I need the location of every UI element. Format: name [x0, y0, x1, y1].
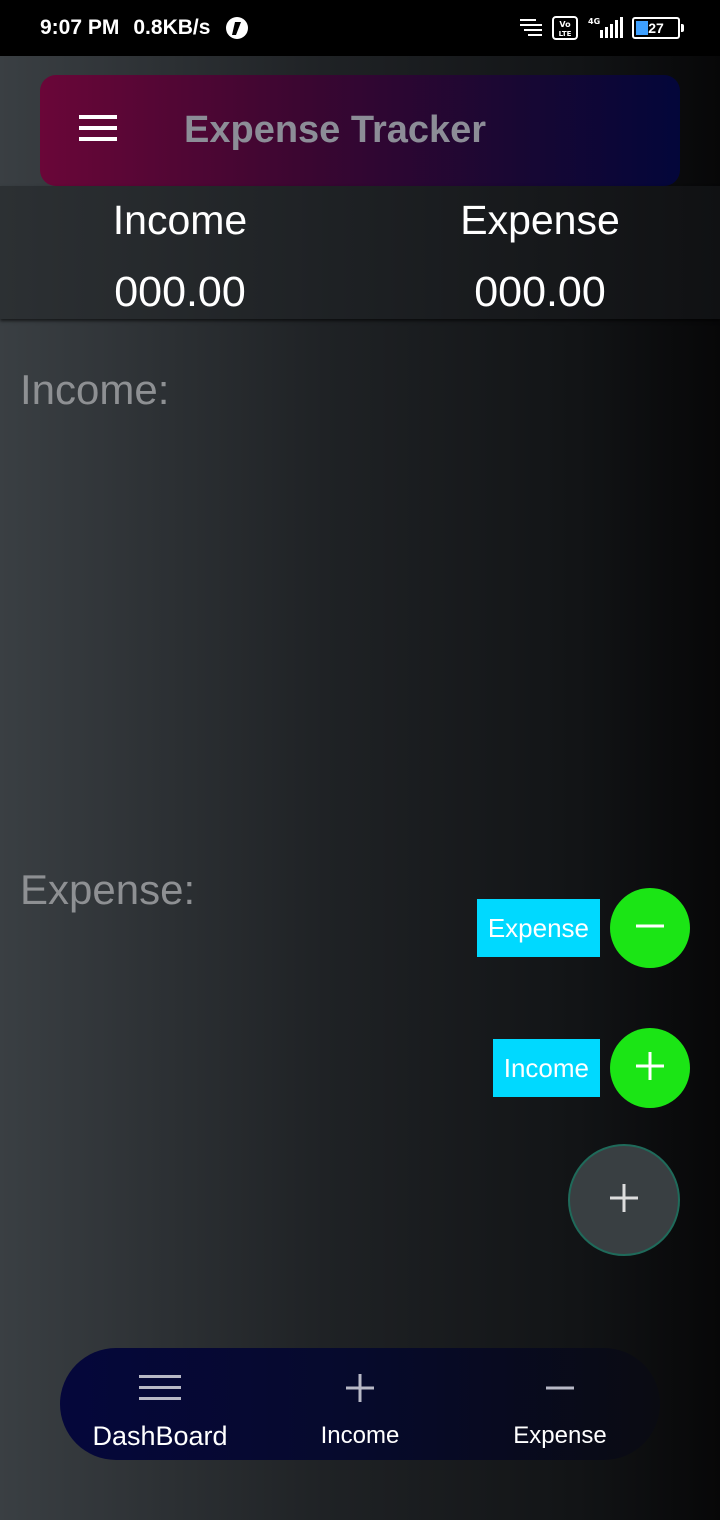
svg-text:LTE: LTE [559, 30, 572, 38]
nav-item-expense[interactable]: Expense [460, 1348, 660, 1460]
battery-level: 27 [648, 20, 664, 36]
fab-expense-row: Expense [476, 888, 690, 968]
nav-label-dashboard: DashBoard [92, 1421, 228, 1451]
signal-4g-icon: 4G [586, 16, 624, 40]
hamburger-menu-icon [139, 1366, 181, 1410]
nav-item-dashboard[interactable]: DashBoard [60, 1348, 260, 1460]
hamburger-menu-icon [79, 113, 117, 148]
main-fab-button[interactable] [568, 1144, 680, 1256]
bottom-nav: DashBoard Income Expense [60, 1348, 660, 1460]
expense-summary: Expense 000.00 [390, 186, 690, 316]
status-bar: 9:07 PM 0.8KB/s Vo LTE 4G 27 [0, 0, 720, 56]
status-network-speed: 0.8KB/s [133, 16, 211, 39]
nav-label-expense: Expense [513, 1422, 607, 1449]
nav-item-income[interactable]: Income [260, 1348, 460, 1460]
app-notification-icon [224, 15, 250, 41]
fab-income-label[interactable]: Income [492, 1039, 600, 1097]
summary-card: Income 000.00 Expense 000.00 [0, 186, 720, 319]
fab-expense-label[interactable]: Expense [476, 899, 600, 957]
app-bar: Expense Tracker [40, 75, 680, 186]
svg-text:Vo: Vo [559, 20, 571, 29]
expense-section-heading: Expense: [20, 866, 196, 913]
income-summary-value: 000.00 [114, 268, 246, 316]
minus-icon [544, 1366, 576, 1410]
add-income-fab[interactable] [610, 1028, 690, 1108]
plus-icon [634, 1050, 666, 1087]
income-summary-label: Income [112, 197, 248, 243]
expense-summary-label: Expense [460, 197, 620, 243]
income-section-heading: Income: [20, 366, 170, 413]
plus-icon [608, 1182, 640, 1219]
notification-list-icon [518, 17, 544, 39]
volte-icon: Vo LTE [552, 16, 578, 40]
menu-button[interactable] [62, 95, 134, 167]
status-time: 9:07 PM [40, 16, 120, 39]
svg-text:4G: 4G [588, 17, 600, 26]
plus-icon [344, 1366, 376, 1410]
minus-icon [634, 910, 666, 947]
app-title: Expense Tracker [184, 109, 487, 151]
nav-label-income: Income [320, 1422, 400, 1449]
expense-summary-value: 000.00 [474, 268, 606, 316]
battery-icon: 27 [632, 17, 684, 39]
fab-income-row: Income [492, 1028, 690, 1108]
income-summary: Income 000.00 [30, 186, 330, 316]
add-expense-fab[interactable] [610, 888, 690, 968]
